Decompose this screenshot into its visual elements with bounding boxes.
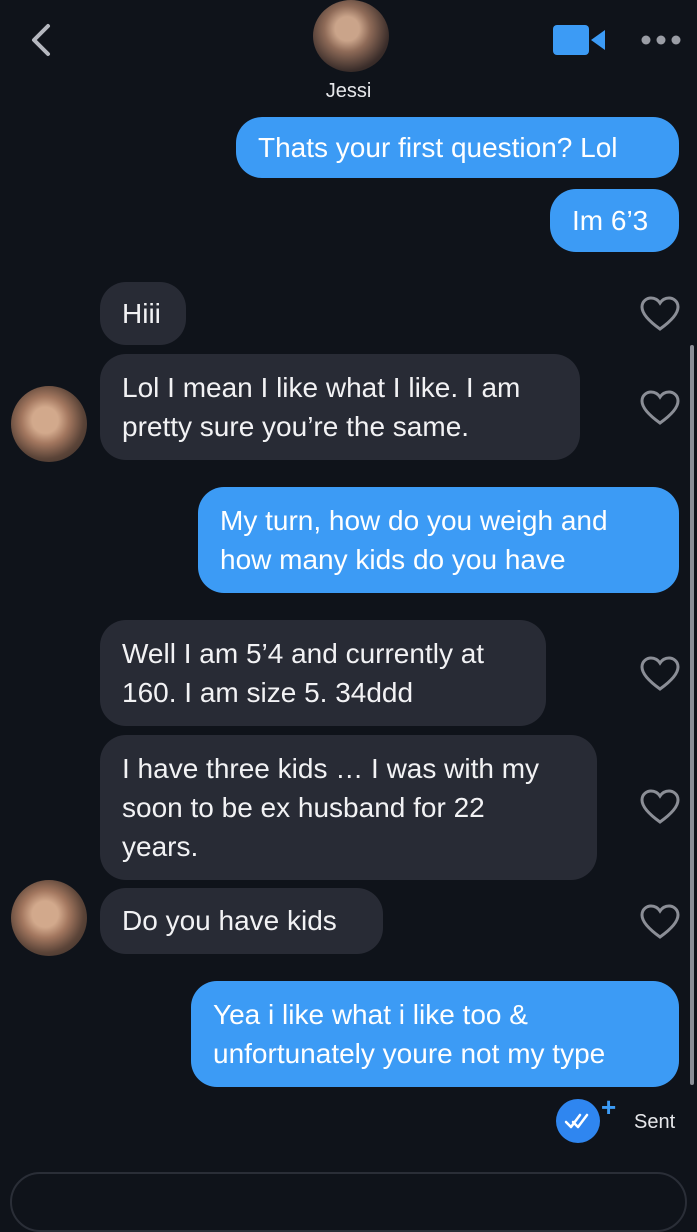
message-line: years. [122, 831, 199, 862]
contact-name[interactable]: Jessi [0, 80, 697, 103]
contact-avatar[interactable] [313, 0, 389, 72]
like-heart-icon[interactable] [640, 656, 680, 692]
back-chevron-icon[interactable] [22, 20, 62, 60]
message-line: how many kids do you have [220, 544, 566, 575]
message-line: Yea i like what i like too & [213, 999, 528, 1030]
message-line: unfortunately youre not my type [213, 1038, 606, 1069]
message-line: I have three kids … I was with my [122, 753, 540, 784]
incoming-message[interactable]: Do you have kids [100, 888, 383, 954]
incoming-message[interactable]: Hiii [100, 282, 186, 345]
message-line: Do you have kids [122, 905, 337, 936]
message-line: Im 6’3 [572, 205, 649, 236]
boost-plus-icon[interactable]: + [601, 1094, 616, 1120]
message-line: Thats your first question? Lol [258, 132, 618, 163]
scrollbar[interactable] [690, 345, 694, 1085]
double-check-icon [564, 1113, 589, 1129]
message-line: 160. I am size 5. 34ddd [122, 677, 414, 708]
message-line: Lol I mean I like what I like. I am [122, 372, 521, 403]
message-line: My turn, how do you weigh and [220, 505, 608, 536]
message-line: Hiii [122, 298, 161, 329]
like-heart-icon[interactable] [640, 904, 680, 940]
video-call-icon[interactable] [553, 25, 605, 55]
outgoing-message[interactable]: My turn, how do you weigh and how many k… [198, 487, 679, 593]
read-receipt-badge[interactable] [556, 1099, 600, 1143]
chat-header: Jessi [0, 0, 697, 118]
message-composer[interactable] [10, 1172, 687, 1232]
contact-avatar-small[interactable] [11, 880, 87, 956]
like-heart-icon[interactable] [640, 390, 680, 426]
message-line: Well I am 5’4 and currently at [122, 638, 485, 669]
outgoing-message[interactable]: Im 6’3 [550, 189, 679, 252]
like-heart-icon[interactable] [640, 296, 680, 332]
contact-avatar-small[interactable] [11, 386, 87, 462]
message-line: pretty sure you’re the same. [122, 411, 470, 442]
incoming-message[interactable]: Lol I mean I like what I like. I am pret… [100, 354, 580, 460]
outgoing-message[interactable]: Yea i like what i like too & unfortunate… [191, 981, 679, 1087]
incoming-message[interactable]: Well I am 5’4 and currently at 160. I am… [100, 620, 546, 726]
like-heart-icon[interactable] [640, 789, 680, 825]
message-line: soon to be ex husband for 22 [122, 792, 485, 823]
more-options-icon[interactable] [640, 30, 682, 50]
incoming-message[interactable]: I have three kids … I was with my soon t… [100, 735, 597, 880]
outgoing-message[interactable]: Thats your first question? Lol [236, 117, 679, 178]
sent-status-label: Sent [634, 1111, 676, 1133]
